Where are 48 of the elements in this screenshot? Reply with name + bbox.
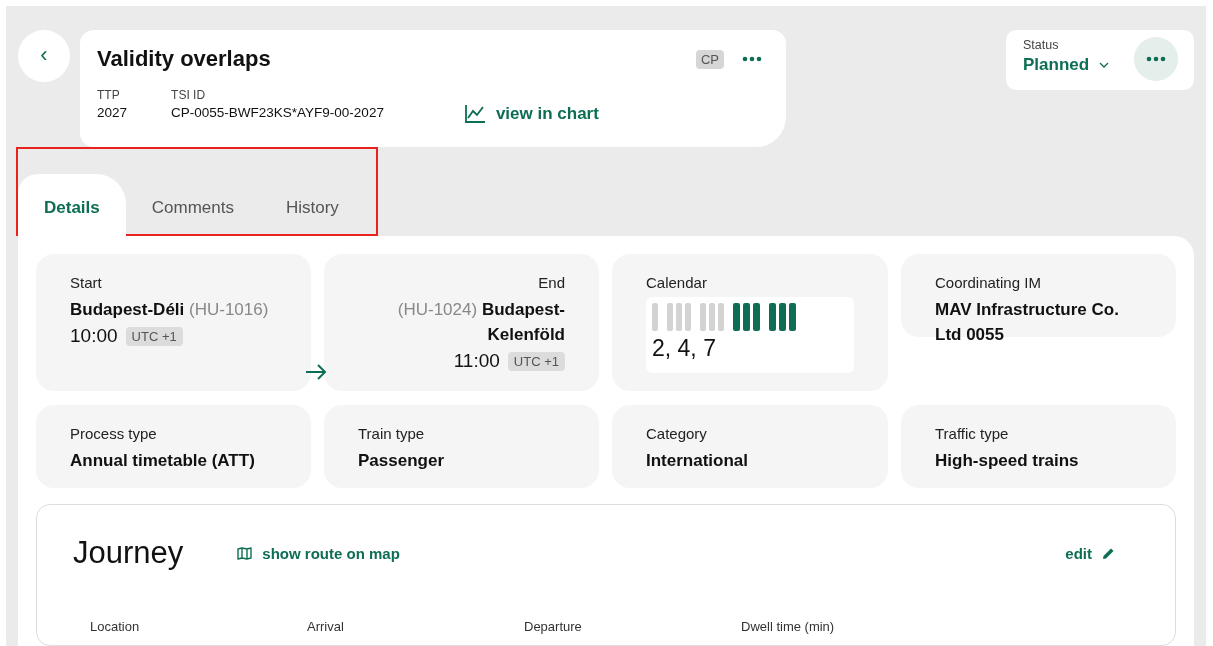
departure-time: 10:00 — [70, 325, 118, 347]
journey-title: Journey — [73, 535, 184, 571]
card-label: Train type — [358, 425, 426, 442]
card-label: Calendar — [646, 274, 708, 291]
column-header: Location — [90, 619, 141, 634]
card-label: Traffic type — [935, 425, 1010, 442]
card-label: Category — [646, 425, 708, 442]
status-label: Status — [1023, 38, 1060, 52]
chevron-down-icon — [1099, 62, 1110, 68]
field-label: TTP — [97, 88, 121, 102]
tab[interactable]: History — [259, 174, 365, 236]
card-label: End — [538, 274, 565, 291]
station-name: (HU-1024) Budapest-Kelenföld — [396, 299, 565, 346]
card-value: International — [646, 450, 749, 472]
page-title: Validity overlaps — [97, 46, 271, 72]
back-button[interactable]: ‹ — [18, 30, 70, 82]
card-label: Coordinating IM — [935, 274, 1042, 291]
arrow-icon — [305, 364, 327, 380]
company-badge: CP — [695, 49, 724, 69]
more-icon — [1146, 56, 1166, 62]
column-header: Departure — [524, 619, 583, 634]
status-dropdown[interactable]: Planned — [1023, 55, 1110, 75]
card-value: Annual timetable (ATT) — [70, 450, 256, 472]
show-map-link[interactable]: show route on map — [237, 544, 400, 562]
edit-link[interactable]: edit — [1065, 544, 1115, 562]
field-value: CP-0055-BWF23KS*AYF9-00-2027 — [171, 105, 384, 120]
field-value: 2027 — [97, 105, 128, 120]
tab[interactable]: Details — [18, 174, 126, 236]
timezone-badge: UTC +1 — [125, 326, 183, 346]
card-value: High-speed trains — [935, 450, 1080, 472]
arrival-time: 11:00 — [453, 350, 500, 372]
more-icon — [742, 56, 762, 62]
timezone-badge: UTC +1 — [507, 351, 565, 371]
card-label: Start — [70, 274, 103, 291]
pencil-icon — [1102, 546, 1115, 560]
card-value: MAV Infrastructure Co. Ltd 0055 — [935, 299, 1120, 346]
tab[interactable]: Comments — [125, 174, 260, 236]
line-chart-icon — [463, 104, 486, 124]
card-label: Process type — [70, 425, 158, 442]
column-header: Dwell time (min) — [741, 619, 836, 634]
station-name: Budapest-Déli (HU-1016) — [70, 299, 270, 321]
view-chart-link[interactable]: view in chart — [463, 104, 599, 124]
field-label: TSI ID — [171, 88, 207, 102]
map-icon — [237, 546, 253, 560]
card-value: Passenger — [358, 450, 445, 472]
column-header: Arrival — [307, 619, 345, 634]
operating-days: 2, 4, 7 — [652, 335, 848, 362]
more-button[interactable] — [1134, 37, 1178, 81]
